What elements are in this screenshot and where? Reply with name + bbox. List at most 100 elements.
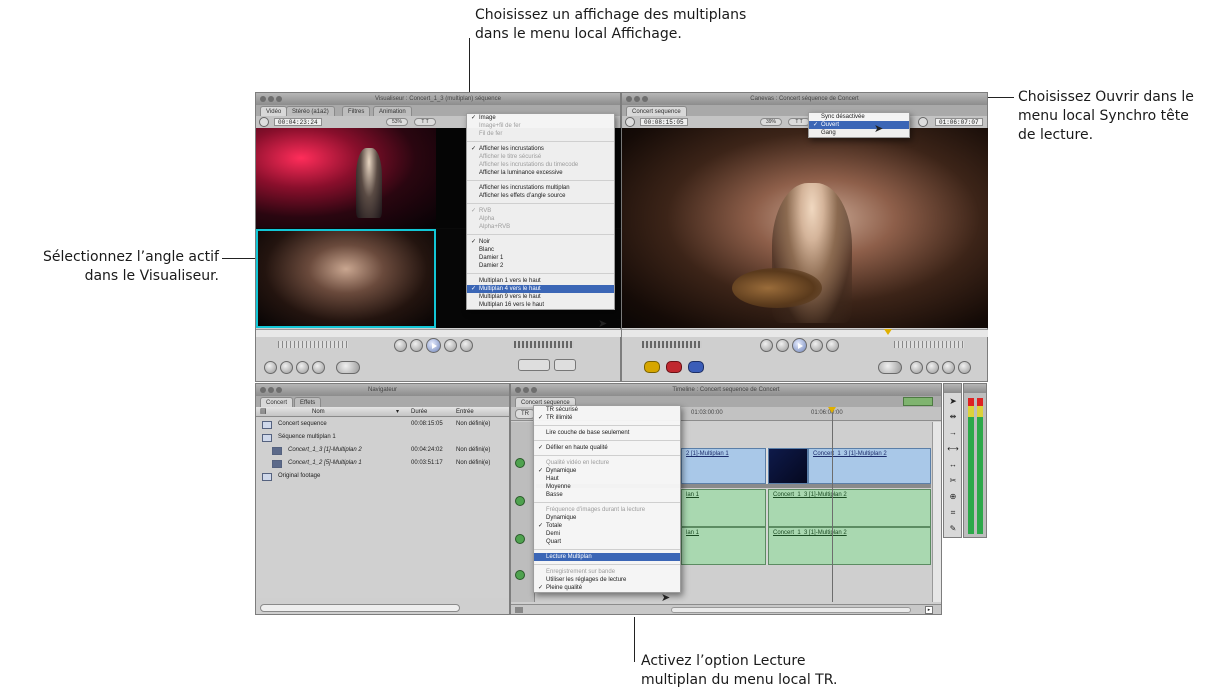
canvas-video-area[interactable]	[622, 128, 988, 328]
browser-row[interactable]: Concert_1_3 [1]-Multiplan 2 00:04:24:02 No…	[256, 444, 509, 457]
view-menu-item[interactable]: Afficher les incrustations multiplan	[467, 184, 614, 192]
minimize-button[interactable]	[268, 96, 274, 102]
view-menu-item[interactable]: ✓ Image	[467, 114, 614, 122]
selection-tool-icon[interactable]: ➤	[946, 395, 960, 407]
razor-tool-icon[interactable]: ✂	[946, 475, 960, 487]
track-visibility-a3[interactable]	[515, 570, 525, 580]
zoom-button[interactable]	[276, 96, 282, 102]
audio-clip-1[interactable]: lan 1	[681, 489, 766, 527]
rt-menu-item[interactable]: Moyenne	[534, 483, 680, 491]
video-clip-2[interactable]: Concert_1_3 [1]-Multiplan 2	[808, 448, 931, 484]
sync-menu-item[interactable]: Sync désactivée	[809, 113, 909, 121]
view-menu-item[interactable]: Damier 1	[467, 254, 614, 262]
view-menu-item[interactable]: Blanc	[467, 246, 614, 254]
browser-row[interactable]: Original footage	[256, 470, 509, 483]
timeline-zoom-button[interactable]	[531, 387, 537, 393]
audio-clip-4[interactable]: Concert_1_3 [1]-Multiplan 2	[768, 527, 931, 565]
canvas-scrubber-bar[interactable]	[622, 329, 988, 337]
audio-clip-3[interactable]: lan 1	[681, 527, 766, 565]
rt-menu-item[interactable]: Quart	[534, 538, 680, 546]
column-name[interactable]: Nom	[312, 407, 325, 417]
track-visibility-v1[interactable]	[515, 458, 525, 468]
tab-stereo[interactable]: Stéréo (a1a2)	[286, 106, 335, 116]
add-marker-button[interactable]	[312, 361, 325, 374]
view-menu-item[interactable]: Damier 2	[467, 262, 614, 270]
viewer-jog-control[interactable]	[514, 341, 574, 348]
rt-menu-item[interactable]: Lecture Multiplan	[534, 553, 680, 561]
tab-effects[interactable]: Effets	[294, 397, 322, 407]
close-button[interactable]	[260, 96, 266, 102]
timeline-minimize-button[interactable]	[523, 387, 529, 393]
column-in[interactable]: Entrée	[456, 407, 474, 417]
multiclip-angle-3-active[interactable]	[256, 229, 436, 328]
tab-concert[interactable]: Concert	[260, 397, 294, 407]
browser-scrollbar[interactable]	[260, 604, 460, 612]
viewer-view-popup[interactable]: T T	[414, 118, 436, 126]
canvas-play-button[interactable]	[792, 338, 807, 353]
ripple-tool-icon[interactable]: ⟷	[946, 443, 960, 455]
browser-row[interactable]: Concert sequence 00:08:15:05 Non défini(e)	[256, 418, 509, 431]
column-duration[interactable]: Durée	[411, 407, 427, 417]
view-menu-item[interactable]: ✓ Afficher les incrustations	[467, 145, 614, 153]
sync-menu-item[interactable]: ✓ Ouvert	[809, 121, 909, 129]
viewer-scrubber-bar[interactable]	[256, 329, 621, 337]
view-menu-item[interactable]: Afficher la luminance excessive	[467, 169, 614, 177]
browser-minimize-button[interactable]	[268, 387, 274, 393]
viewer-zoom-popup[interactable]: 53%	[386, 118, 408, 126]
canvas-minimize-button[interactable]	[634, 96, 640, 102]
rt-menu-item[interactable]: ✓ Défiler en haute qualité	[534, 444, 680, 452]
rt-menu-item[interactable]: Lire couche de base seulement	[534, 429, 680, 437]
overwrite-edit-button[interactable]	[666, 361, 682, 373]
multiclip-angle-1[interactable]	[256, 128, 436, 228]
rt-menu-item[interactable]: TR sécurisé	[534, 406, 680, 414]
mark-in-button[interactable]	[394, 339, 407, 352]
generator-popup[interactable]	[554, 359, 576, 371]
canvas-jog-control[interactable]	[642, 341, 702, 348]
view-menu-item[interactable]: Multiplan 1 vers le haut	[467, 277, 614, 285]
match-frame-button[interactable]	[264, 361, 277, 374]
rt-menu-item[interactable]: Haut	[534, 475, 680, 483]
viewer-shuttle-slider[interactable]	[278, 341, 348, 348]
canvas-mark-out-button[interactable]	[826, 339, 839, 352]
canvas-timecode[interactable]: 00:08:15:05	[640, 118, 688, 126]
zoom-tool-icon[interactable]: ⊕	[946, 491, 960, 503]
canvas-close-button[interactable]	[626, 96, 632, 102]
canvas-shuttle-slider[interactable]	[894, 341, 964, 348]
canvas-match-frame-button[interactable]	[958, 361, 971, 374]
tab-animation[interactable]: Animation	[373, 106, 412, 116]
rt-menu-item[interactable]: ✓ Pleine qualité	[534, 584, 680, 592]
rt-menu-item[interactable]: Dynamique	[534, 514, 680, 522]
pen-tool-icon[interactable]: ✎	[946, 523, 960, 535]
track-height-icon[interactable]	[515, 607, 523, 613]
previous-edit-button[interactable]	[410, 339, 423, 352]
canvas-zoom-button[interactable]	[642, 96, 648, 102]
canvas-next-edit-button[interactable]	[810, 339, 823, 352]
scroll-right-icon[interactable]: ▸	[925, 606, 933, 614]
track-visibility-a2[interactable]	[515, 534, 525, 544]
canvas-zoom-popup[interactable]: 39%	[760, 118, 782, 126]
insert-edit-button[interactable]	[644, 361, 660, 373]
view-menu-item[interactable]: Afficher les effets d’angle source	[467, 192, 614, 200]
mark-out-button[interactable]	[460, 339, 473, 352]
browser-close-button[interactable]	[260, 387, 266, 393]
rt-popup-button[interactable]: TR	[515, 409, 535, 419]
canvas-add-keyframe-button[interactable]	[926, 361, 939, 374]
play-button[interactable]	[426, 338, 441, 353]
canvas-jog-icon[interactable]	[918, 117, 928, 127]
mark-in-out-button[interactable]	[336, 361, 360, 374]
video-clip-thumbnail[interactable]	[768, 448, 808, 484]
browser-row[interactable]: Concert_1_2 [5]-Multiplan 1 00:03:51:17 No…	[256, 457, 509, 470]
canvas-timecode-right[interactable]: 01:06:07:07	[935, 118, 983, 126]
mark-clip-button[interactable]	[280, 361, 293, 374]
browser-zoom-button[interactable]	[276, 387, 282, 393]
rt-menu-item[interactable]: ✓ Dynamique	[534, 467, 680, 475]
sync-menu-item[interactable]: Gang	[809, 129, 909, 137]
canvas-previous-edit-button[interactable]	[776, 339, 789, 352]
next-edit-button[interactable]	[444, 339, 457, 352]
canvas-sync-icon[interactable]	[625, 117, 635, 127]
timeline-vertical-scrollbar[interactable]	[932, 422, 941, 602]
rt-menu-item[interactable]: ✓ TR illimité	[534, 414, 680, 422]
track-select-tool-icon[interactable]: →	[946, 427, 960, 439]
rt-menu-item[interactable]: Basse	[534, 491, 680, 499]
tab-filters[interactable]: Filtres	[342, 106, 371, 116]
